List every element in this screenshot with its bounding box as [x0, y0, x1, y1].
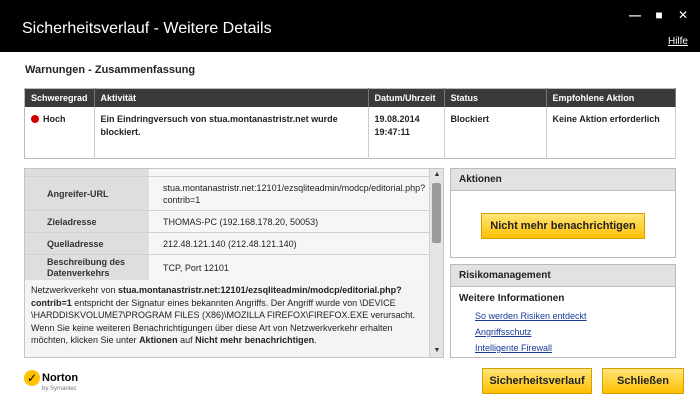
source-address-value: 212.48.121.140 (212.48.121.140): [163, 238, 297, 249]
date-value: 19.08.2014: [374, 113, 420, 124]
datetime-cell: 19.08.2014 19:47:11: [368, 106, 445, 159]
minimize-icon[interactable]: —: [628, 8, 642, 22]
column-header[interactable]: Status: [444, 88, 547, 107]
status-cell: Blockiert: [444, 106, 547, 159]
intrusion-prevention-link[interactable]: Angriffsschutz: [475, 327, 531, 337]
activity-cell: Ein Eindringversuch von stua.montanastri…: [94, 106, 369, 159]
logo-name: Norton: [42, 372, 79, 384]
column-header[interactable]: Datum/Uhrzeit: [368, 88, 445, 107]
details-row-target: Zieladresse THOMAS-PC (192.168.178.20, 5…: [25, 211, 443, 233]
details-scrollbar[interactable]: ▲ ▼: [429, 169, 443, 357]
scroll-down-icon[interactable]: ▼: [432, 346, 442, 356]
risk-panel-title: Risikomanagement: [451, 265, 675, 287]
details-pane[interactable]: Angreifer-URL stua.montanastristr.net:12…: [24, 168, 444, 358]
close-icon[interactable]: ✕: [676, 8, 690, 22]
logo-byline: by Symantec: [42, 386, 77, 392]
details-row-partial: [25, 169, 443, 177]
column-header[interactable]: Empfohlene Aktion: [546, 88, 677, 107]
table-row[interactable]: Hoch Ein Eindringversuch von stua.montan…: [24, 106, 677, 159]
smart-firewall-link[interactable]: Intelligente Firewall: [475, 343, 552, 353]
severity-dot-icon: [31, 114, 39, 123]
scroll-thumb[interactable]: [432, 183, 441, 243]
traffic-description-value: TCP, Port 12101: [163, 262, 229, 273]
help-link[interactable]: Hilfe: [668, 36, 688, 47]
severity-label: Hoch: [43, 113, 66, 124]
table-header-row: Schweregrad Aktivität Datum/Uhrzeit Stat…: [24, 88, 677, 107]
window-title: Sicherheitsverlauf - Weitere Details: [22, 20, 272, 37]
time-value: 19:47:11: [374, 126, 411, 137]
source-address-label: Quelladresse: [25, 233, 149, 254]
details-row-traffic: Beschreibung des Datenverkehrs TCP, Port…: [25, 255, 443, 281]
target-address-value: THOMAS-PC (192.168.178.20, 50053): [163, 216, 319, 227]
norton-check-icon: ✓: [24, 370, 40, 386]
attack-description: Netzwerkverkehr von stua.montanastristr.…: [25, 280, 429, 357]
column-header[interactable]: Aktivität: [94, 88, 369, 107]
risk-detection-link[interactable]: So werden Risiken entdeckt: [475, 311, 587, 321]
attacker-url-value: stua.montanastristr.net:12101/ezsqlitead…: [163, 182, 426, 205]
severity-cell: Hoch: [24, 106, 95, 159]
risk-management-panel: Risikomanagement Weitere Informationen S…: [450, 264, 676, 358]
close-button[interactable]: Schließen: [602, 368, 684, 394]
security-history-button[interactable]: Sicherheitsverlauf: [482, 368, 592, 394]
actions-panel-title: Aktionen: [451, 169, 675, 191]
target-address-label: Zieladresse: [25, 211, 149, 232]
details-row-source: Quelladresse 212.48.121.140 (212.48.121.…: [25, 233, 443, 255]
norton-logo: ✓ Norton by Symantec: [24, 370, 84, 398]
stop-notifying-button[interactable]: Nicht mehr benachrichtigen: [481, 213, 645, 239]
details-row-attacker-url: Angreifer-URL stua.montanastristr.net:12…: [25, 177, 443, 211]
recommended-action-cell: Keine Aktion erforderlich: [546, 106, 677, 159]
title-bar: Sicherheitsverlauf - Weitere Details — ■…: [0, 0, 700, 52]
warnings-title: Warnungen - Zusammenfassung: [25, 64, 196, 76]
traffic-description-label: Beschreibung des Datenverkehrs: [25, 255, 149, 280]
actions-panel: Aktionen Nicht mehr benachrichtigen: [450, 168, 676, 258]
scroll-up-icon[interactable]: ▲: [432, 170, 442, 180]
more-info-heading: Weitere Informationen: [459, 293, 565, 304]
warnings-table: Schweregrad Aktivität Datum/Uhrzeit Stat…: [24, 88, 677, 159]
column-header[interactable]: Schweregrad: [24, 88, 95, 107]
maximize-icon[interactable]: ■: [652, 8, 666, 22]
attacker-url-label: Angreifer-URL: [25, 177, 149, 210]
